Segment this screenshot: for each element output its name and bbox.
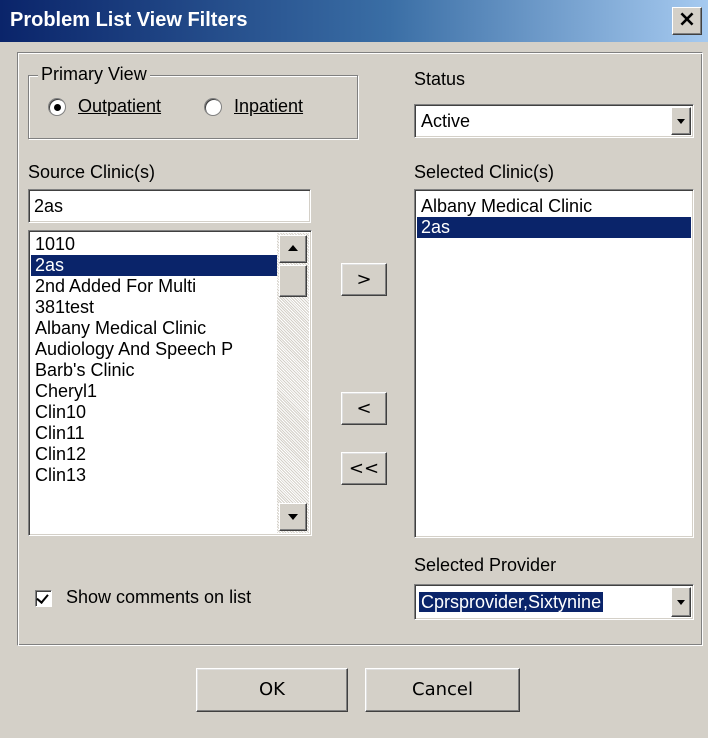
cancel-button[interactable]: Cancel	[365, 668, 520, 712]
chevron-down-icon	[677, 600, 685, 605]
selected-clinics-items: Albany Medical Clinic 2as	[417, 196, 691, 238]
add-clinic-button[interactable]: >	[341, 263, 387, 296]
list-item[interactable]: Audiology And Speech P	[31, 339, 277, 360]
scroll-thumb[interactable]	[279, 265, 307, 297]
provider-dropdown-button[interactable]	[671, 587, 691, 617]
selected-clinics-label: Selected Clinic(s)	[414, 162, 555, 182]
list-item[interactable]: 2nd Added For Multi	[31, 276, 277, 297]
list-item[interactable]: Albany Medical Clinic	[417, 196, 691, 217]
list-item[interactable]: Cheryl1	[31, 381, 277, 402]
status-value: Active	[421, 111, 471, 131]
inpatient-radio[interactable]	[204, 98, 222, 116]
outpatient-label[interactable]: Outpatient	[78, 96, 161, 117]
remove-clinic-button[interactable]: <	[341, 392, 387, 425]
chevron-up-icon	[288, 245, 298, 251]
chevron-down-icon	[677, 119, 685, 124]
status-dropdown-button[interactable]	[671, 107, 691, 135]
list-item[interactable]: 1010	[31, 234, 277, 255]
provider-value-wrap: Cprsprovider,Sixtynine	[417, 591, 605, 613]
show-comments-checkbox[interactable]	[35, 590, 52, 607]
source-clinic-search-input[interactable]: 2as	[28, 189, 311, 223]
status-dropdown[interactable]: Active	[414, 104, 694, 138]
source-clinic-search-value: 2as	[34, 196, 64, 216]
chevron-down-icon	[288, 514, 298, 520]
list-item[interactable]: Clin13	[31, 465, 277, 486]
outpatient-radio[interactable]	[48, 98, 66, 116]
source-clinics-list[interactable]: 1010 2as 2nd Added For Multi 381test Alb…	[28, 230, 312, 536]
selected-clinics-list[interactable]: Albany Medical Clinic 2as	[414, 189, 694, 538]
primary-view-label: Primary View	[38, 64, 150, 85]
provider-dropdown[interactable]: Cprsprovider,Sixtynine	[414, 584, 694, 620]
list-item[interactable]: Albany Medical Clinic	[31, 318, 277, 339]
list-item[interactable]: Clin11	[31, 423, 277, 444]
scroll-down-button[interactable]	[279, 503, 307, 531]
close-icon: ×	[677, 7, 697, 32]
selected-provider-label: Selected Provider	[414, 555, 557, 575]
list-item[interactable]: Clin12	[31, 444, 277, 465]
source-clinics-items: 1010 2as 2nd Added For Multi 381test Alb…	[31, 234, 277, 486]
list-item[interactable]: 2as	[417, 217, 691, 238]
source-clinics-label: Source Clinic(s)	[28, 162, 156, 182]
checkmark-icon	[36, 591, 49, 604]
window-title: Problem List View Filters	[10, 9, 248, 31]
show-comments-label[interactable]: Show comments on list	[66, 587, 251, 608]
list-item[interactable]: 2as	[31, 255, 277, 276]
inpatient-label[interactable]: Inpatient	[234, 96, 303, 117]
remove-all-clinics-button[interactable]: <<	[341, 452, 387, 485]
close-button[interactable]: ×	[672, 7, 702, 35]
list-item[interactable]: Barb's Clinic	[31, 360, 277, 381]
provider-value: Cprsprovider,Sixtynine	[417, 591, 605, 613]
ok-button[interactable]: OK	[196, 668, 348, 712]
list-item[interactable]: 381test	[31, 297, 277, 318]
list-item[interactable]: Clin10	[31, 402, 277, 423]
status-label: Status	[414, 69, 466, 89]
scroll-up-button[interactable]	[279, 235, 307, 263]
